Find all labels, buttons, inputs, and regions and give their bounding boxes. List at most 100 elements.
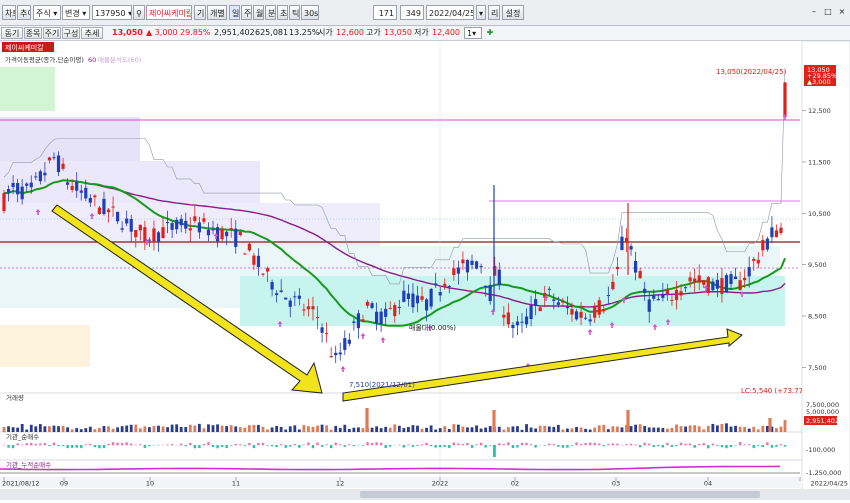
tab-trendline[interactable]: 추세선 — [81, 27, 103, 39]
net-buy-bar — [280, 444, 282, 445]
date-input[interactable]: 2022/04/25 — [426, 5, 474, 20]
turnover-value: 13.25% — [289, 27, 320, 39]
period-minute[interactable]: 분 — [265, 5, 276, 20]
scrollbar-thumb[interactable] — [360, 491, 760, 498]
volume-bar — [348, 429, 351, 432]
volume-bar — [589, 430, 592, 432]
net-buy-bar — [612, 443, 614, 445]
tab-layout[interactable]: 구성 — [62, 27, 80, 39]
candle-body — [134, 230, 137, 237]
candle-body — [48, 157, 51, 160]
maximize-icon[interactable]: □ — [822, 6, 834, 18]
visible-count-input[interactable]: 349 — [400, 5, 424, 20]
low-value: 12,400 — [432, 27, 460, 39]
net-buy-bar — [180, 444, 182, 446]
period-second[interactable]: 초 — [277, 5, 288, 20]
period-base[interactable]: 기 — [194, 5, 206, 20]
net-buy-bar — [89, 444, 91, 445]
net-buy-bar — [271, 445, 273, 446]
net-buy-bar — [7, 445, 9, 448]
calendar-icon[interactable]: ▾ — [476, 5, 486, 20]
market-select[interactable]: 주식 ▾ — [33, 5, 61, 20]
volume-bar — [566, 429, 569, 432]
candle-body — [280, 290, 283, 291]
candle-body — [339, 353, 342, 355]
volume-bar — [398, 426, 401, 432]
candle-body — [770, 227, 773, 237]
volume-bar — [671, 428, 674, 432]
volume-bar — [462, 427, 465, 432]
add-icon[interactable]: ✚ — [484, 27, 496, 39]
net-buy-bar — [185, 445, 187, 446]
net-buy-bar — [339, 444, 341, 445]
volume-bar — [57, 426, 60, 432]
search-icon[interactable]: ⚲ — [133, 5, 145, 20]
net-buy-bar — [725, 445, 727, 448]
candle-body — [230, 228, 233, 230]
candle-body — [689, 277, 692, 281]
candle-body — [234, 229, 237, 247]
price-change: ▲ 3,000 — [146, 27, 178, 39]
change-select[interactable]: 변경 ▾ — [62, 5, 90, 20]
net-buy-bar — [26, 443, 28, 445]
candle-body — [670, 300, 673, 301]
candle-body — [175, 220, 178, 229]
volume-bar — [598, 425, 601, 432]
unit-select[interactable]: 1▾ — [464, 27, 482, 39]
count-input[interactable]: 171 — [373, 5, 397, 20]
stock-chart[interactable]: 제이씨케미칼 가격이동평균(종가,단순이평) 60 매물분석도(60) 13,0… — [0, 41, 850, 500]
tab-stock[interactable]: 종목 — [24, 27, 42, 39]
volume-bar — [421, 429, 424, 432]
candle-body — [611, 282, 614, 289]
candle-body — [61, 164, 64, 169]
candle-body — [570, 309, 573, 315]
volume-bar — [130, 425, 133, 432]
net-buy-bar — [207, 442, 209, 445]
net-buy-bar — [689, 444, 691, 446]
candle-body — [57, 155, 60, 172]
trend-button[interactable]: 추이 — [17, 5, 31, 20]
net-buy-bar — [430, 445, 432, 446]
minimize-icon[interactable]: – — [808, 6, 820, 18]
tab-sync[interactable]: 동기화 — [1, 27, 23, 39]
period-tick[interactable]: 틱 — [289, 5, 300, 20]
chart-area[interactable]: 제이씨케미칼 가격이동평균(종가,단순이평) 60 매물분석도(60) 13,0… — [0, 41, 850, 500]
net-buy-bar — [516, 445, 518, 448]
date-tick-label: 2021/08/12 — [2, 480, 39, 488]
volume-bar — [289, 426, 292, 432]
period-day[interactable]: 일 — [229, 5, 240, 20]
candle-body — [261, 274, 264, 275]
menu-item-ri[interactable]: 리 — [488, 5, 500, 20]
net-buy-bar — [239, 444, 241, 445]
price-tick-label: 8,500 — [808, 312, 827, 320]
net-buy-bar — [766, 442, 768, 445]
candle-body — [270, 282, 273, 290]
chart-button[interactable]: 차트 — [2, 5, 16, 20]
candle-body — [370, 303, 373, 308]
candle-body — [293, 296, 296, 297]
volume-bar — [748, 429, 751, 432]
net-buy-bar — [671, 445, 673, 447]
net-buy-bar — [457, 444, 459, 446]
period-individual[interactable]: 개별 — [207, 5, 227, 20]
code-input[interactable]: 137950 ▾ — [92, 5, 132, 20]
candle-body — [34, 176, 37, 177]
candle-body — [380, 312, 383, 324]
volume-bar — [189, 425, 192, 432]
net-buy-bar — [462, 444, 464, 445]
period-30s[interactable]: 30s — [301, 5, 319, 20]
volume-bar — [312, 427, 315, 432]
tab-period[interactable]: 주기 — [43, 27, 61, 39]
volume-bar — [689, 425, 692, 432]
period-month[interactable]: 월 — [253, 5, 264, 20]
candle-body — [711, 281, 714, 290]
net-buy-bar — [171, 444, 173, 445]
net-buy-bar — [44, 443, 46, 445]
close-icon[interactable]: × — [836, 6, 848, 18]
period-week[interactable]: 주 — [241, 5, 252, 20]
candle-body — [443, 284, 446, 288]
settings-button[interactable]: 설정 — [502, 5, 524, 20]
candle-body — [725, 275, 728, 292]
date-axis[interactable] — [0, 477, 802, 488]
net-buy-bar — [712, 444, 714, 446]
